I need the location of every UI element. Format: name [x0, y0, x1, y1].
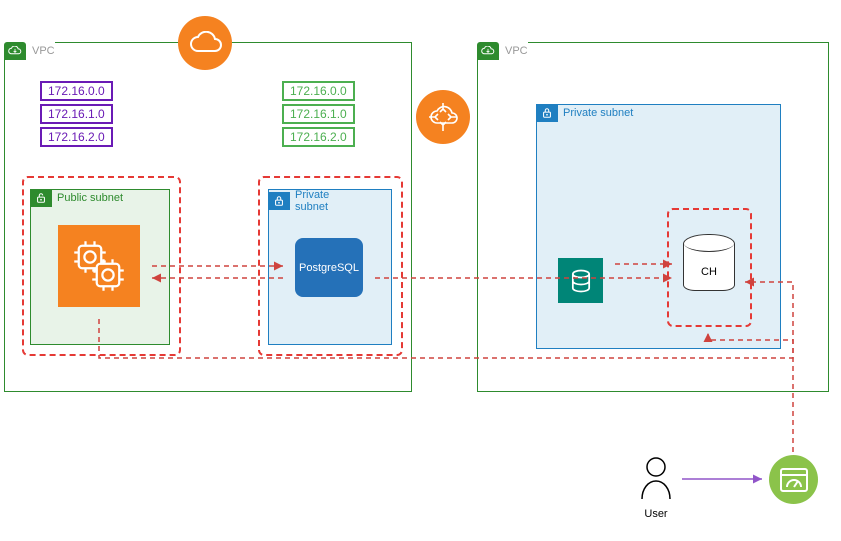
- vpc-right-label: VPC: [477, 42, 528, 60]
- compute-node: [58, 225, 140, 307]
- cloud-icon: [477, 42, 499, 60]
- lock-icon: [536, 104, 558, 122]
- ip-green-2: 172.16.2.0: [282, 127, 355, 147]
- peering-circle-icon: [416, 90, 470, 144]
- vpc-left-label: VPC: [4, 42, 55, 60]
- cloud-circle-icon: [178, 16, 232, 70]
- user-icon: User: [638, 455, 674, 520]
- ip-green-1: 172.16.1.0: [282, 104, 355, 124]
- subnet-label-text: Private subnet: [563, 107, 633, 119]
- cloud-icon: [4, 42, 26, 60]
- user-label: User: [638, 508, 674, 520]
- ch-cylinder: CH: [683, 234, 735, 291]
- ip-purple-2: 172.16.2.0: [40, 127, 113, 147]
- postgresql-label: PostgreSQL: [299, 262, 359, 274]
- postgresql-node: PostgreSQL: [295, 238, 363, 297]
- private-subnet-right-label: Private subnet: [536, 104, 633, 122]
- vpc-label-text: VPC: [32, 45, 55, 57]
- ch-label: CH: [683, 266, 735, 278]
- data-service-node: [558, 258, 603, 303]
- vpc-label-text: VPC: [505, 45, 528, 57]
- dashboard-circle-icon: [769, 455, 818, 504]
- ip-purple-0: 172.16.0.0: [40, 81, 113, 101]
- ip-green-0: 172.16.0.0: [282, 81, 355, 101]
- ip-purple-1: 172.16.1.0: [40, 104, 113, 124]
